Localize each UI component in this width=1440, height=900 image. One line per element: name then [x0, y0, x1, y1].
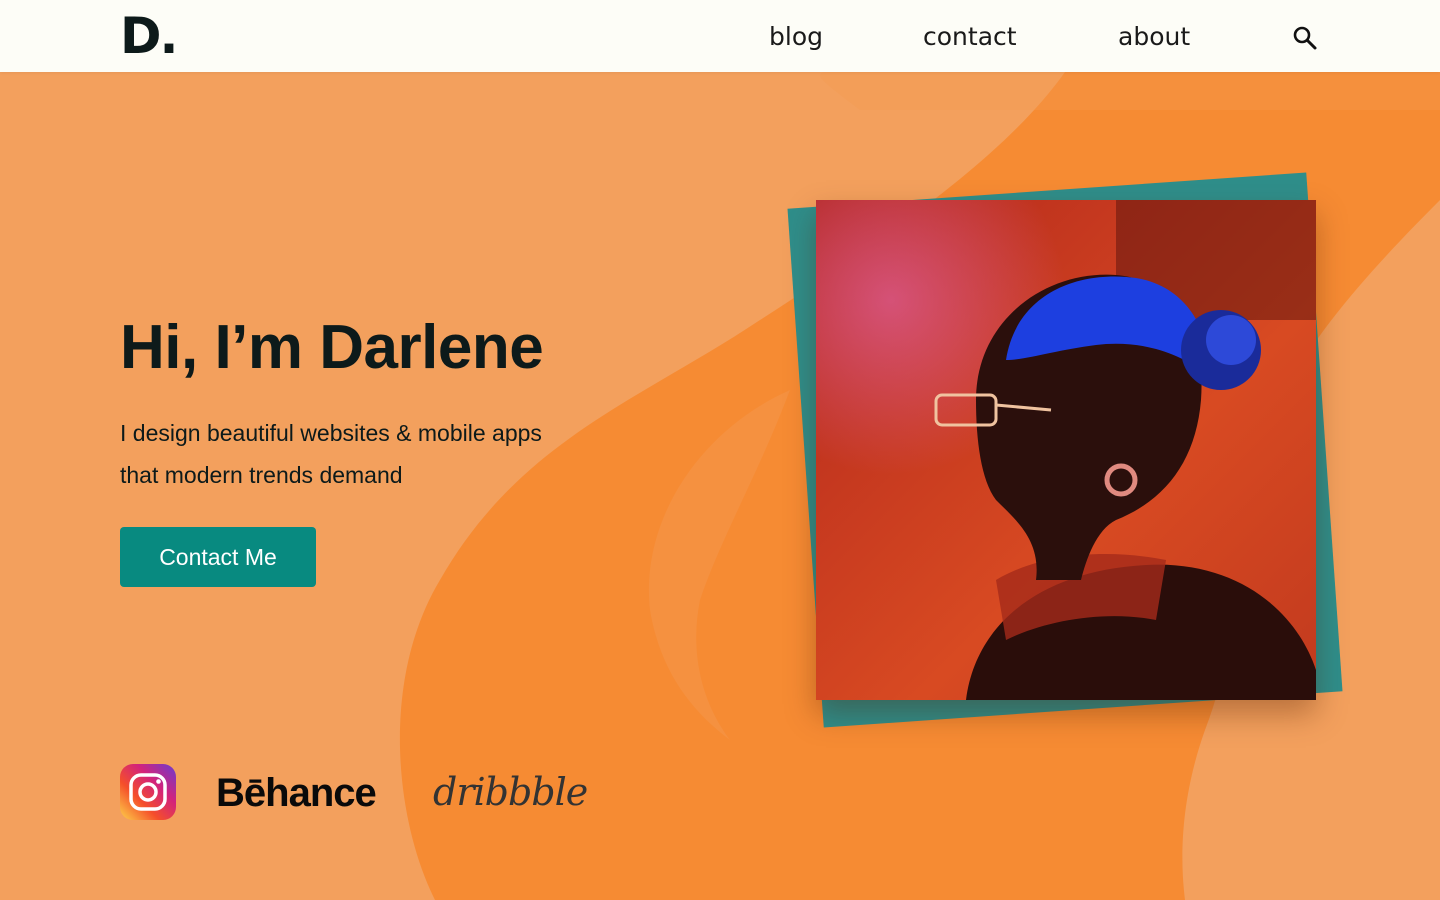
hero-title: Hi, I’m Darlene [120, 313, 544, 382]
instagram-icon[interactable] [120, 764, 176, 820]
top-navbar: D. blog contact about [0, 0, 1440, 72]
nav-link-contact[interactable]: contact [923, 20, 1017, 54]
nav-link-about[interactable]: about [1118, 20, 1190, 54]
behance-logo[interactable]: Bēhance [216, 768, 377, 818]
contact-me-button[interactable]: Contact Me [120, 527, 316, 587]
portrait-photo [816, 200, 1316, 700]
nav-link-blog[interactable]: blog [769, 20, 823, 54]
hero-description: I design beautiful websites & mobile app… [120, 420, 542, 488]
site-logo[interactable]: D. [120, 6, 178, 66]
dribbble-logo[interactable]: dribbble [433, 766, 588, 818]
search-icon[interactable] [1292, 25, 1318, 51]
